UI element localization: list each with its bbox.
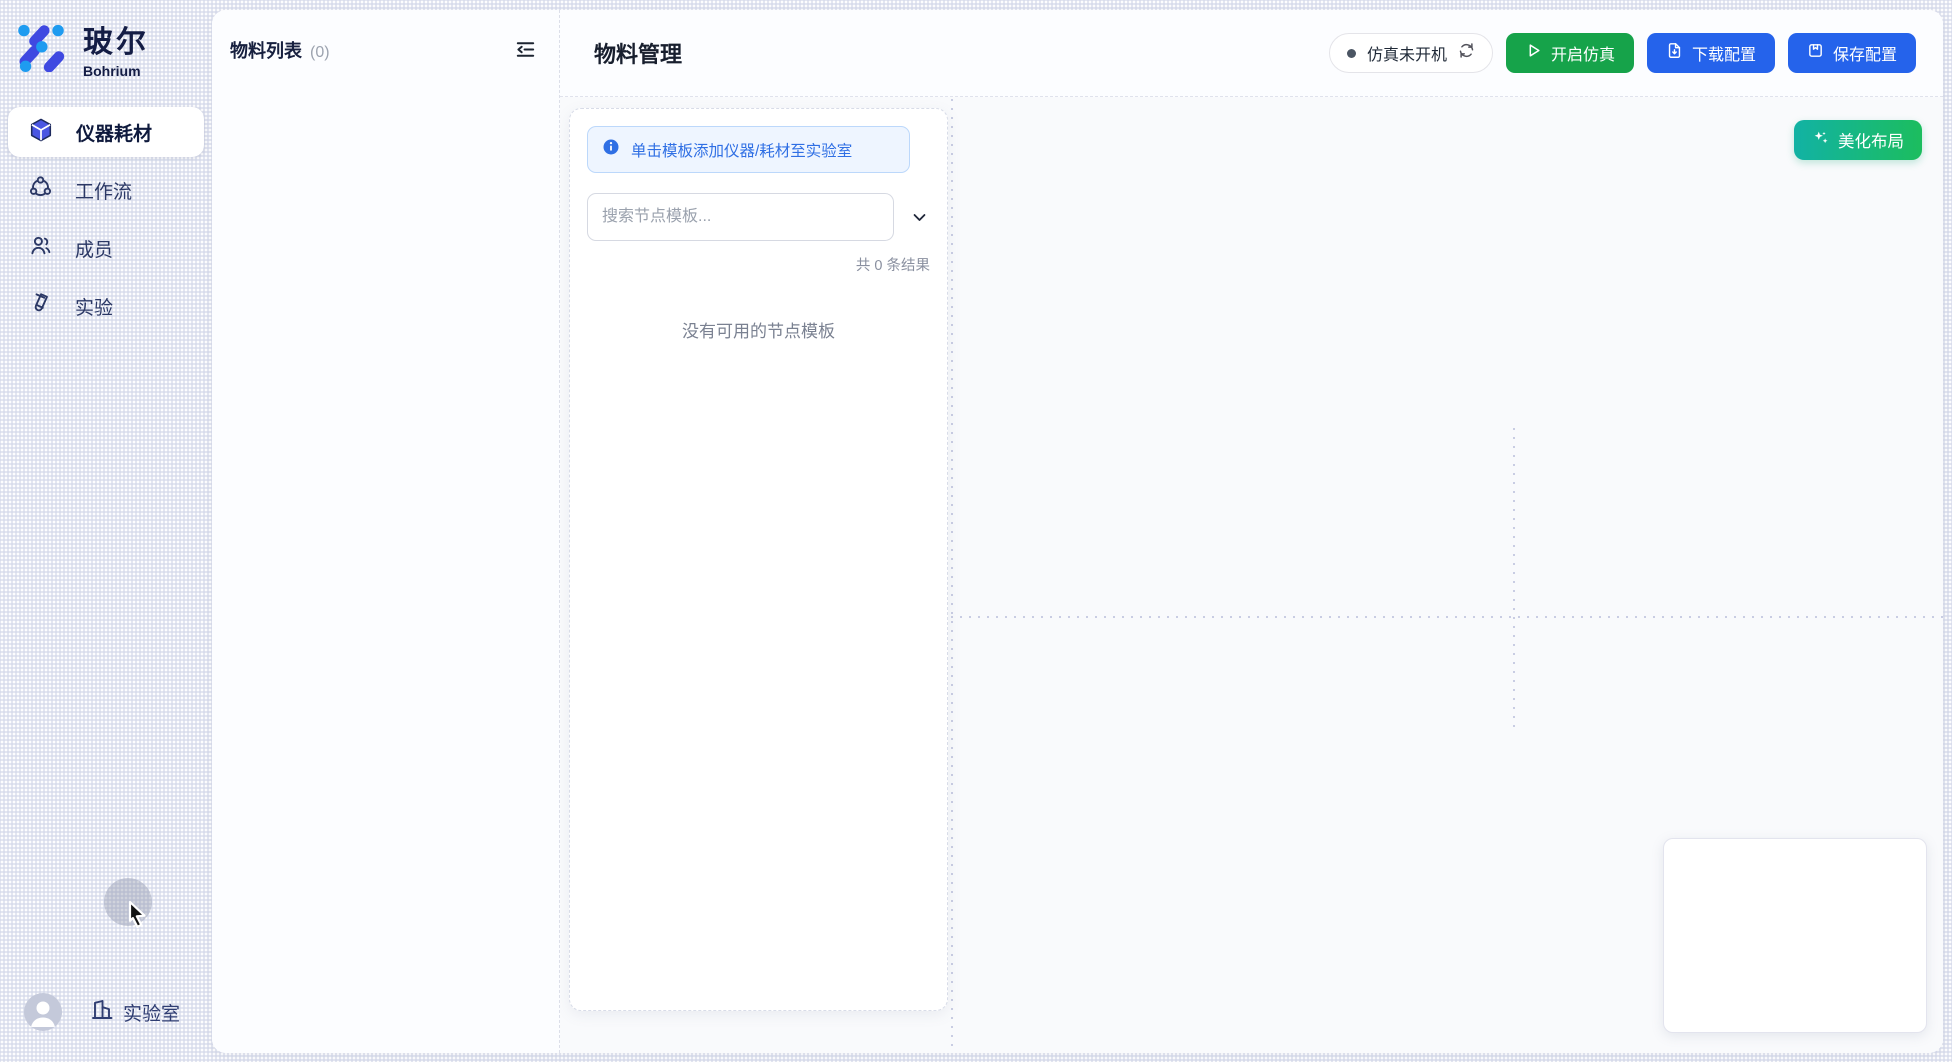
sidebar-nav: 仪器耗材 工作流 成员 bbox=[8, 107, 204, 339]
mouse-cursor bbox=[124, 899, 151, 934]
main-header: 物料管理 仿真未开机 bbox=[560, 10, 1943, 97]
sidebar-item-label: 仪器耗材 bbox=[76, 119, 152, 146]
start-simulation-button[interactable]: 开启仿真 bbox=[1506, 33, 1634, 73]
canvas-guide-line bbox=[1513, 428, 1515, 730]
sidebar: 玻尔 Bohrium 仪器耗材 工作流 bbox=[0, 0, 212, 1062]
node-template-panel: 单击模板添加仪器/耗材至实验室 共 0 条结果 没有可用的节点模板 bbox=[569, 108, 948, 1011]
brand-subtitle: Bohrium bbox=[83, 63, 149, 79]
download-config-button[interactable]: 下载配置 bbox=[1647, 33, 1775, 73]
save-icon bbox=[1807, 42, 1824, 64]
page-title: 物料管理 bbox=[594, 37, 682, 69]
brand-name: 玻尔 bbox=[83, 17, 149, 61]
download-config-label: 下载配置 bbox=[1692, 41, 1756, 65]
materials-list-count: (0) bbox=[310, 44, 330, 62]
sidebar-item-label: 实验 bbox=[75, 293, 113, 320]
flow-canvas[interactable]: 单击模板添加仪器/耗材至实验室 共 0 条结果 没有可用的节点模板 bbox=[560, 97, 1943, 1053]
sidebar-item-experiment[interactable]: 实验 bbox=[8, 281, 204, 331]
sidebar-item-instruments[interactable]: 仪器耗材 bbox=[8, 107, 204, 157]
sparkles-icon bbox=[1812, 129, 1830, 152]
template-hint-text: 单击模板添加仪器/耗材至实验室 bbox=[631, 139, 852, 161]
simulation-status-text: 仿真未开机 bbox=[1367, 41, 1447, 65]
sidebar-item-label: 成员 bbox=[75, 235, 113, 262]
save-config-button[interactable]: 保存配置 bbox=[1788, 33, 1916, 73]
materials-list-panel: 物料列表 (0) bbox=[212, 10, 560, 1053]
empty-templates-message: 没有可用的节点模板 bbox=[587, 317, 930, 342]
lab-selector[interactable]: 实验室 bbox=[90, 998, 180, 1027]
sidebar-item-label: 工作流 bbox=[75, 177, 132, 204]
start-simulation-label: 开启仿真 bbox=[1551, 41, 1615, 65]
cube-icon bbox=[28, 117, 54, 148]
save-config-label: 保存配置 bbox=[1833, 41, 1897, 65]
canvas-guide-line bbox=[951, 616, 1943, 618]
avatar[interactable] bbox=[24, 993, 62, 1031]
canvas-minimap[interactable] bbox=[1663, 838, 1927, 1033]
chevron-down-icon[interactable] bbox=[909, 205, 930, 230]
sidebar-footer: 实验室 bbox=[0, 990, 212, 1036]
simulation-status-pill[interactable]: 仿真未开机 bbox=[1329, 33, 1493, 73]
template-hint-banner: 单击模板添加仪器/耗材至实验室 bbox=[587, 126, 910, 173]
members-icon bbox=[28, 233, 53, 263]
main-area: 物料管理 仿真未开机 bbox=[560, 10, 1943, 1053]
content-sheet: 物料列表 (0) 物料管理 仿真未开机 bbox=[212, 10, 1943, 1053]
building-icon bbox=[90, 998, 114, 1027]
bohrium-logo-icon bbox=[15, 20, 67, 77]
template-search-input[interactable] bbox=[587, 193, 894, 241]
play-icon bbox=[1525, 42, 1542, 64]
canvas-guide-line bbox=[951, 99, 953, 1047]
sidebar-item-members[interactable]: 成员 bbox=[8, 223, 204, 273]
lab-label: 实验室 bbox=[123, 999, 180, 1026]
status-dot-icon bbox=[1347, 49, 1356, 58]
results-summary: 共 0 条结果 bbox=[587, 254, 930, 275]
brand-logo: 玻尔 Bohrium bbox=[15, 17, 149, 79]
experiment-icon bbox=[28, 291, 53, 321]
beautify-layout-button[interactable]: 美化布局 bbox=[1794, 120, 1922, 160]
refresh-icon[interactable] bbox=[1458, 42, 1475, 64]
file-download-icon bbox=[1666, 42, 1683, 64]
materials-list-title: 物料列表 bbox=[230, 37, 302, 63]
info-icon bbox=[602, 138, 620, 161]
panel-collapse-icon[interactable] bbox=[512, 36, 539, 63]
workflow-icon bbox=[28, 175, 53, 205]
sidebar-item-workflow[interactable]: 工作流 bbox=[8, 165, 204, 215]
beautify-layout-label: 美化布局 bbox=[1838, 128, 1904, 152]
